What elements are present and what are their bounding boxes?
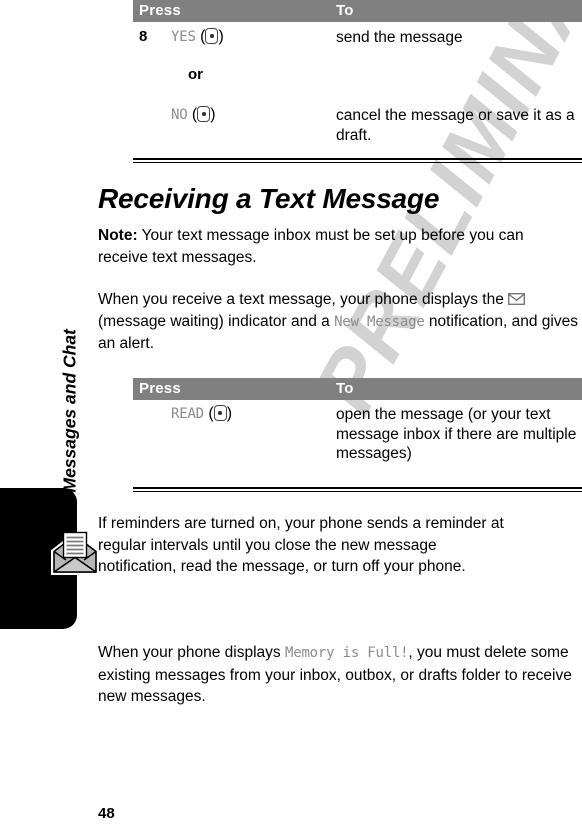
- procedure-table-send: Press To 8 YES () send the message or NO…: [133, 0, 582, 155]
- table-header-row: Press To: [133, 378, 582, 400]
- table-bottom-rule: [133, 158, 582, 164]
- or-separator: or: [188, 66, 203, 83]
- key-sequence: READ (): [171, 405, 232, 423]
- column-header-to: To: [336, 2, 354, 19]
- open-envelope-icon: [51, 531, 99, 575]
- key-sequence: NO (): [171, 106, 216, 124]
- action-text: open the message (or your text message i…: [336, 406, 577, 462]
- softkey-label: YES: [171, 29, 196, 45]
- paren-close: ): [218, 28, 224, 45]
- display-text-memory-full: Memory is Full!: [284, 645, 409, 661]
- column-header-to: To: [336, 380, 354, 397]
- paragraph-text-part1: When you receive a text message, your ph…: [98, 291, 504, 308]
- softkey-label: NO: [171, 107, 188, 123]
- column-header-press: Press: [139, 2, 181, 19]
- column-header-press: Press: [139, 380, 181, 397]
- page-number: 48: [98, 805, 115, 822]
- chapter-title-vertical: Messages and Chat: [59, 329, 80, 493]
- softkey-label: READ: [171, 406, 204, 422]
- paren-open: (: [203, 405, 214, 422]
- envelope-icon: [508, 290, 526, 305]
- action-text: cancel the message or save it as a draft…: [336, 107, 575, 144]
- softkey-icon: [197, 106, 211, 122]
- paragraph-text-part2: (message waiting) indicator and a: [98, 312, 330, 330]
- table-header-row: Press To: [133, 0, 582, 22]
- memory-full-paragraph: When your phone displays Memory is Full!…: [98, 642, 578, 708]
- step-number: 8: [139, 28, 148, 45]
- softkey-icon: [205, 28, 219, 44]
- paren-close: ): [226, 405, 233, 422]
- page-title: Receiving a Text Message: [98, 183, 440, 214]
- paren-open: (: [187, 106, 198, 123]
- softkey-icon: [213, 405, 227, 421]
- paren-close: ): [210, 106, 216, 123]
- table-body: 8 YES () send the message or NO () cance…: [133, 22, 582, 155]
- note-label: Note:: [98, 227, 138, 244]
- action-text: send the message: [336, 29, 463, 46]
- display-text-new-message: New Message: [334, 313, 425, 330]
- procedure-table-read: Press To READ () open the message (or yo…: [133, 378, 582, 484]
- table-body: READ () open the message (or your text m…: [133, 400, 582, 484]
- paren-open: (: [195, 28, 206, 45]
- paragraph-text-part1: When your phone displays: [98, 644, 281, 661]
- receive-paragraph: When you receive a text message, your ph…: [98, 289, 578, 355]
- note-paragraph: Note: Your text message inbox must be se…: [98, 225, 576, 268]
- key-sequence: YES (): [171, 28, 224, 46]
- note-text: Your text message inbox must be set up b…: [98, 227, 524, 266]
- table-bottom-rule: [133, 487, 582, 493]
- chapter-sidebar: Messages and Chat: [0, 0, 99, 836]
- reminder-paragraph: If reminders are turned on, your phone s…: [98, 515, 504, 575]
